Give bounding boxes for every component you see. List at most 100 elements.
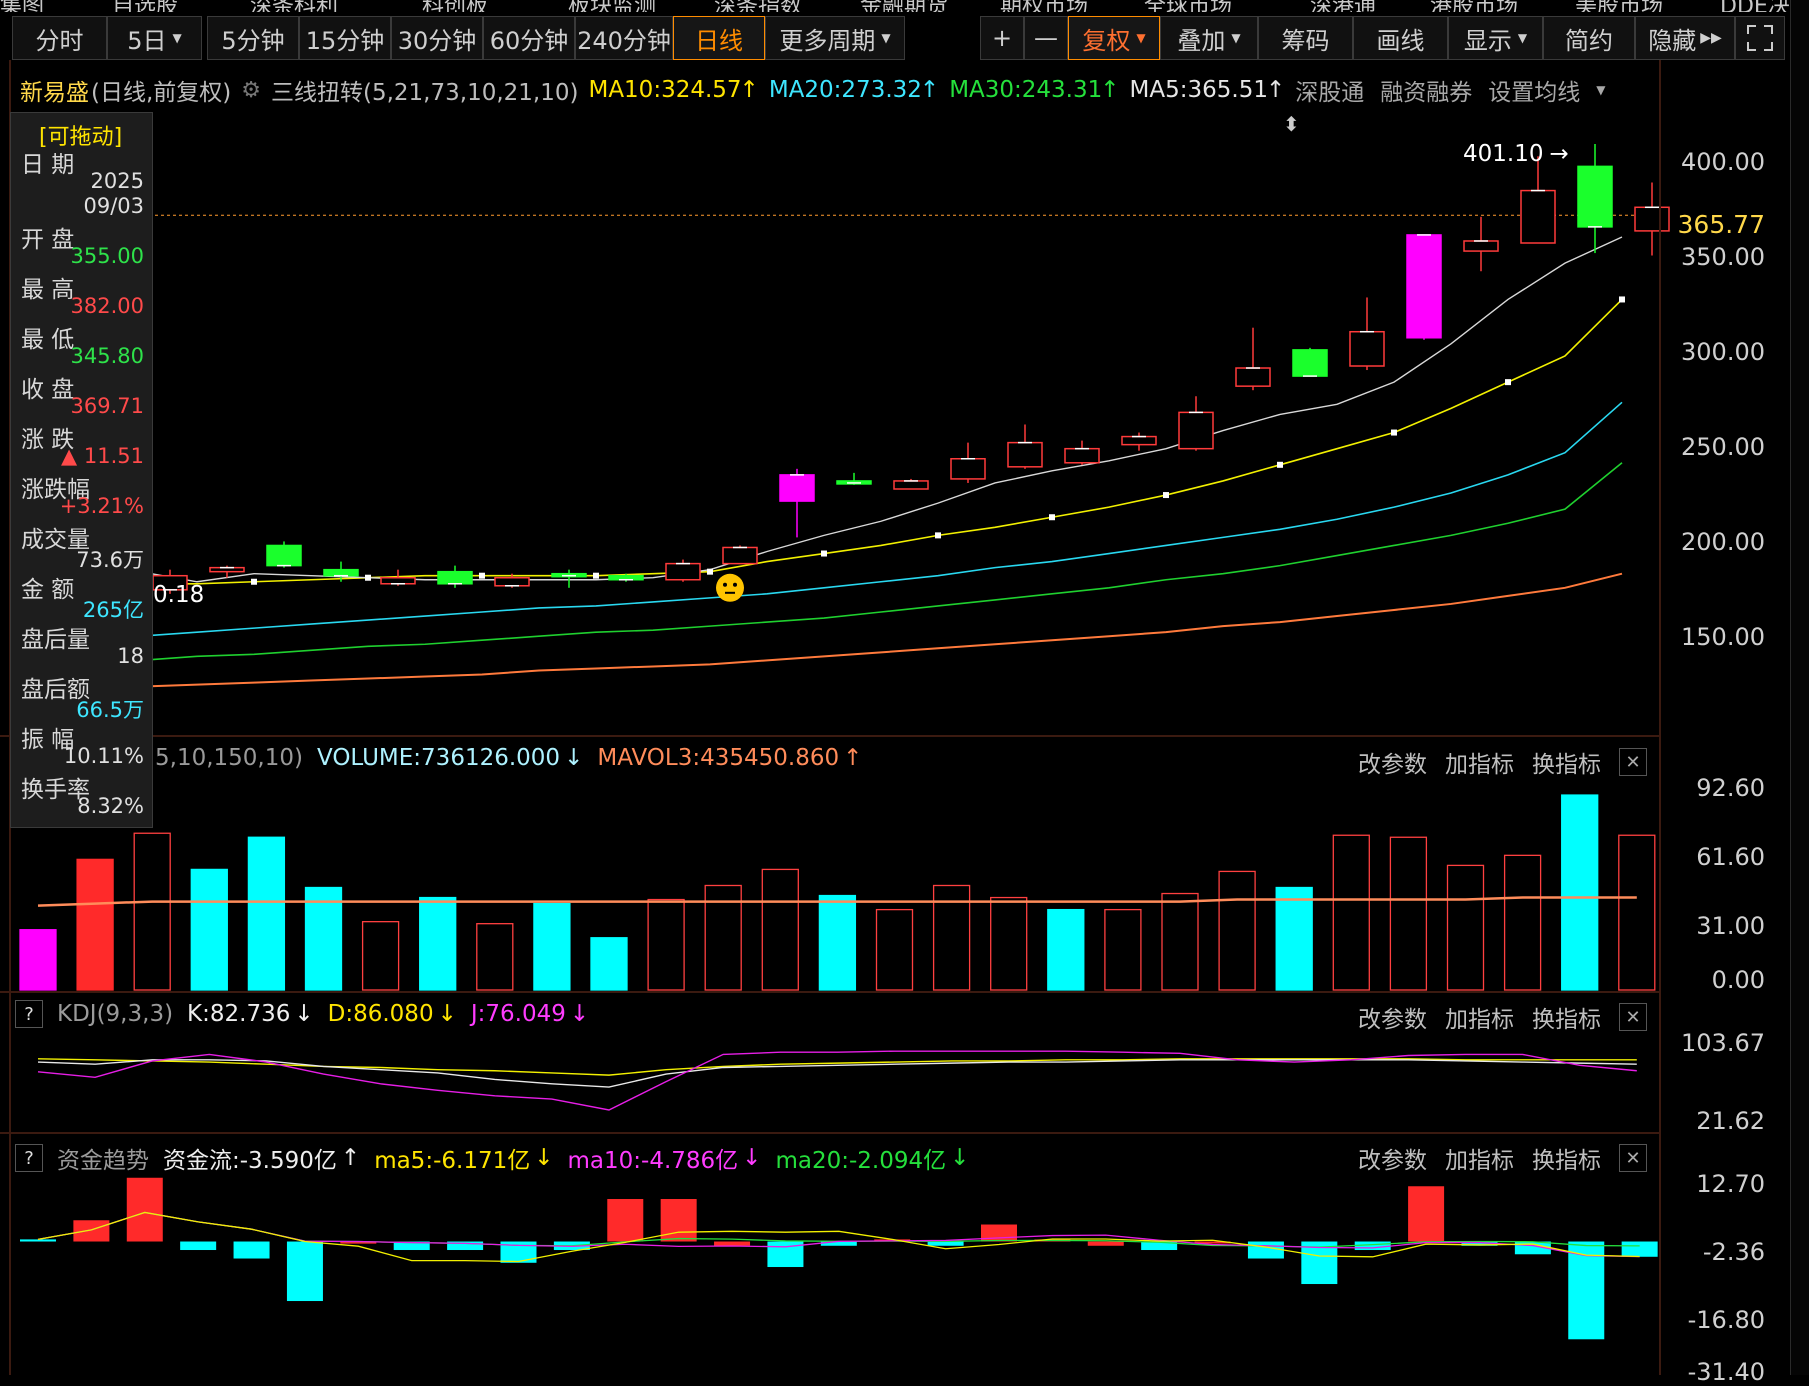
close-icon[interactable]: ✕ <box>1619 748 1647 776</box>
volume-bar <box>1561 794 1599 991</box>
switch-indicator-button[interactable]: 换指标 <box>1532 745 1601 779</box>
right-side-scrollbar[interactable] <box>1790 0 1809 1375</box>
close-label: 收 盘 <box>21 377 75 403</box>
kdj-d-value: D:86.080 <box>327 1001 434 1027</box>
ma-marker <box>251 578 257 585</box>
candle-body <box>1235 367 1271 387</box>
high-price-marker: 401.10 → <box>1463 141 1569 167</box>
candle-body <box>494 576 530 587</box>
arrow-down-icon: ↓ <box>534 1145 554 1171</box>
candle-body <box>950 458 986 480</box>
fund-trend-panel <box>20 1177 1658 1340</box>
volume-bar <box>533 902 571 991</box>
candle-body <box>380 576 416 585</box>
ma-marker <box>479 572 485 579</box>
arrow-down-icon: ↓ <box>742 1145 762 1171</box>
ma-marker <box>1049 514 1055 521</box>
low-label: 最 低 <box>21 327 75 353</box>
kdj-axis-label: 103.67 <box>1681 1029 1765 1057</box>
candle-body <box>1406 234 1442 339</box>
amount-label: 金 额 <box>21 577 75 603</box>
price-axis-label: 350.00 <box>1681 243 1765 271</box>
kdj-name[interactable]: KDJ(9,3,3) <box>57 1001 173 1027</box>
volume-bar <box>647 898 685 991</box>
candle-body <box>1007 441 1043 468</box>
candle-body <box>893 480 929 490</box>
kdj-d-line <box>37 1058 1637 1076</box>
price-axis-label: 250.00 <box>1681 433 1765 461</box>
edit-params-button[interactable]: 改参数 <box>1358 1000 1427 1034</box>
fund-flow-value: 资金流:-3.590亿 <box>163 1148 337 1174</box>
volume-bar <box>1503 854 1542 991</box>
switch-indicator-button[interactable]: 换指标 <box>1532 1141 1601 1175</box>
ma-marker <box>935 532 941 539</box>
volume-params[interactable]: 5,10,150,10) <box>155 745 303 771</box>
edit-params-button[interactable]: 改参数 <box>1358 745 1427 779</box>
price-axis-label: 400.00 <box>1681 148 1765 176</box>
low-value: 345.80 <box>70 344 144 368</box>
volume-bar <box>1446 864 1485 991</box>
price-axis-label: 200.00 <box>1681 528 1765 556</box>
close-icon[interactable]: ✕ <box>1619 1144 1647 1172</box>
help-icon[interactable]: ? <box>15 1144 43 1172</box>
ma-marker <box>707 568 713 575</box>
fund-flow-bar <box>233 1241 270 1259</box>
fund-indicator-name[interactable]: 资金趋势 <box>57 1141 149 1175</box>
ma10-line <box>140 298 1623 585</box>
fund-axis-label: -16.80 <box>1687 1306 1765 1334</box>
candle-body <box>665 562 701 581</box>
fund-flow-bar <box>1621 1241 1658 1257</box>
close-icon[interactable]: ✕ <box>1619 1003 1647 1031</box>
add-indicator-button[interactable]: 加指标 <box>1445 745 1514 779</box>
quote-info-panel[interactable]: [可拖动] 日 期 2025 09/03 开 盘 355.00 最 高 382.… <box>10 112 153 828</box>
after-volume-label: 盘后量 <box>21 627 90 653</box>
ma-marker <box>1277 461 1283 468</box>
after-volume-value: 18 <box>117 644 144 668</box>
low-price-marker: 0.18 <box>153 582 205 608</box>
arrow-up-icon: ↑ <box>340 1145 361 1171</box>
fund-ma10-value: ma10:-4.786亿 <box>567 1148 739 1174</box>
fund-flow-bar <box>927 1241 964 1246</box>
add-indicator-button[interactable]: 加指标 <box>1445 1000 1514 1034</box>
kdj-panel-buttons: 改参数 加指标 换指标 ✕ <box>1358 1000 1647 1034</box>
volume-value: 73.6万 <box>76 548 144 572</box>
fund-panel-buttons: 改参数 加指标 换指标 ✕ <box>1358 1141 1647 1175</box>
volume-bar <box>361 921 400 991</box>
date-monthday: 09/03 <box>83 194 144 218</box>
volume-bar <box>990 896 1028 991</box>
arrow-up-icon: ↑ <box>843 745 863 771</box>
drag-handle-icon[interactable]: ⬍ <box>1283 112 1300 136</box>
volume-bar <box>1275 886 1313 991</box>
add-indicator-button[interactable]: 加指标 <box>1445 1141 1514 1175</box>
smiley-icon-eye <box>733 582 737 587</box>
fund-flow-bar <box>1408 1186 1445 1242</box>
volume-axis-label: 31.00 <box>1696 912 1765 940</box>
ma-marker <box>365 574 371 581</box>
fund-flow-bar <box>126 1177 163 1242</box>
arrow-down-icon: ↓ <box>950 1145 970 1171</box>
ma-marker <box>1391 429 1397 436</box>
pct-value: +3.21% <box>59 494 144 518</box>
help-icon[interactable]: ? <box>15 1000 43 1028</box>
fund-flow-bar <box>714 1241 751 1246</box>
volume-axis-label: 92.60 <box>1696 774 1765 802</box>
switch-indicator-button[interactable]: 换指标 <box>1532 1000 1601 1034</box>
price-axis-label: 150.00 <box>1681 623 1765 651</box>
ma-marker <box>1619 296 1625 303</box>
arrow-right-icon: → <box>1549 141 1569 167</box>
volume-bar <box>1332 834 1370 991</box>
kdj-j-value: J:76.049 <box>470 1001 566 1027</box>
candle-body <box>1121 435 1157 446</box>
candle-body <box>1577 165 1613 228</box>
ma-marker <box>1163 492 1169 499</box>
candle-body <box>437 570 473 585</box>
fund-flow-bar <box>73 1220 110 1242</box>
fund-flow-bar <box>20 1239 56 1242</box>
edit-params-button[interactable]: 改参数 <box>1358 1141 1427 1175</box>
candle-body <box>779 474 815 502</box>
volume-axis-label: 0.00 <box>1711 966 1765 994</box>
price-panel <box>137 143 1670 688</box>
ma-marker <box>593 572 599 579</box>
fund-flow-bar <box>1247 1241 1284 1259</box>
volume-bar <box>419 896 457 991</box>
